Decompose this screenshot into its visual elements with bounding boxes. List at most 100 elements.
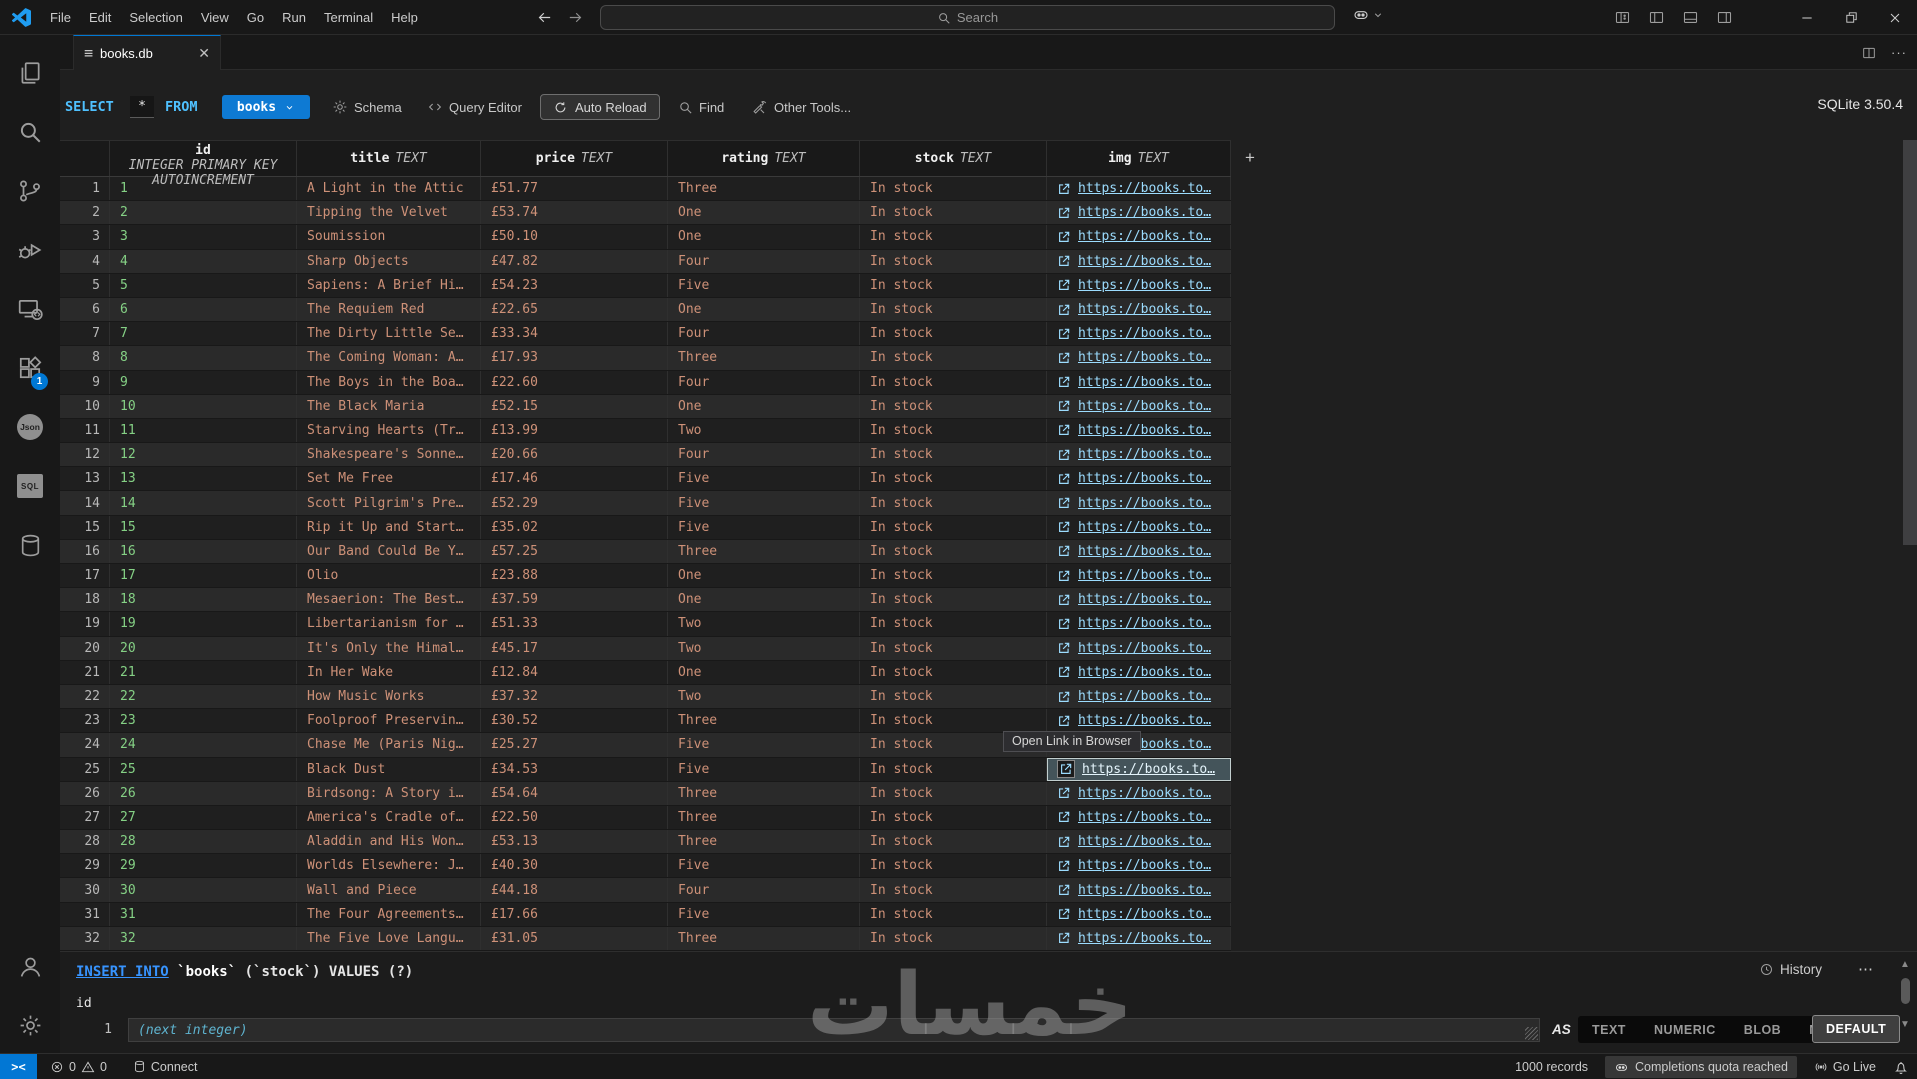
row-number-cell[interactable]: 18 — [60, 588, 110, 612]
cell-stock[interactable]: In stock — [860, 539, 1047, 563]
row-number-cell[interactable]: 17 — [60, 564, 110, 588]
cell-img[interactable]: https://books.to… — [1047, 926, 1231, 950]
cell-id[interactable]: 22 — [110, 684, 297, 709]
cell-rating[interactable]: Four — [668, 370, 860, 394]
cell-id[interactable]: 11 — [110, 418, 297, 443]
external-link-icon[interactable] — [1057, 278, 1071, 292]
cell-stock[interactable]: In stock — [860, 443, 1047, 467]
toggle-primary-sidebar-icon[interactable] — [1643, 0, 1669, 35]
img-url-link[interactable]: https://books.to… — [1078, 254, 1211, 269]
cell-title[interactable]: Scott Pilgrim's Pre… — [297, 491, 481, 515]
external-link-icon[interactable] — [1057, 641, 1071, 655]
cell-img[interactable]: https://books.to… — [1047, 443, 1231, 467]
external-link-icon[interactable] — [1057, 714, 1071, 728]
cell-price[interactable]: £37.59 — [481, 588, 668, 612]
cell-price[interactable]: £31.05 — [481, 926, 668, 950]
cell-title[interactable]: Starving Hearts (Tr… — [297, 418, 481, 443]
cell-price[interactable]: £33.34 — [481, 322, 668, 346]
cell-id[interactable]: 10 — [110, 394, 297, 418]
cell-id[interactable]: 14 — [110, 491, 297, 515]
cell-stock[interactable]: In stock — [860, 854, 1047, 878]
cell-stock[interactable]: In stock — [860, 830, 1047, 854]
select-keyword[interactable]: SELECT — [65, 99, 114, 115]
cell-id[interactable]: 7 — [110, 322, 297, 346]
cell-img[interactable]: https://books.to… — [1047, 491, 1231, 515]
cell-img[interactable]: https://books.to… — [1047, 709, 1231, 733]
cell-stock[interactable]: In stock — [860, 418, 1047, 443]
remote-indicator[interactable]: >< — [0, 1053, 37, 1079]
img-url-link[interactable]: https://books.to… — [1078, 592, 1211, 607]
external-link-icon[interactable] — [1057, 810, 1071, 824]
cell-price[interactable]: £35.02 — [481, 515, 668, 539]
cell-id[interactable]: 19 — [110, 612, 297, 636]
row-number-cell[interactable]: 7 — [60, 322, 110, 346]
cell-title[interactable]: Aladdin and His Won… — [297, 830, 481, 854]
editor-scrollbar-thumb[interactable] — [1903, 140, 1917, 545]
minimize-button[interactable] — [1785, 0, 1829, 35]
external-link-icon[interactable] — [1057, 448, 1071, 462]
cell-price[interactable]: £37.32 — [481, 684, 668, 709]
row-number-cell[interactable]: 15 — [60, 515, 110, 539]
cell-price[interactable]: £50.10 — [481, 225, 668, 249]
cell-img[interactable]: https://books.to… — [1047, 467, 1231, 491]
row-number-cell[interactable]: 2 — [60, 201, 110, 225]
auto-reload-button[interactable]: Auto Reload — [540, 94, 660, 120]
img-url-link[interactable]: https://books.to… — [1078, 205, 1211, 220]
img-url-link[interactable]: https://books.to… — [1078, 786, 1211, 801]
cell-title[interactable]: Wall and Piece — [297, 878, 481, 902]
cell-id[interactable]: 26 — [110, 781, 297, 805]
run-debug-icon[interactable] — [0, 226, 60, 274]
external-link-icon[interactable] — [1057, 254, 1071, 268]
copilot-quota-status[interactable]: Completions quota reached — [1605, 1056, 1797, 1078]
cell-rating[interactable]: Four — [668, 322, 860, 346]
row-number-cell[interactable]: 20 — [60, 636, 110, 660]
img-url-link[interactable]: https://books.to… — [1078, 713, 1211, 728]
cell-title[interactable]: The Dirty Little Se… — [297, 322, 481, 346]
row-number-cell[interactable]: 6 — [60, 297, 110, 322]
restore-button[interactable] — [1829, 0, 1873, 35]
external-link-icon[interactable] — [1057, 786, 1071, 800]
explorer-icon[interactable] — [0, 49, 60, 97]
external-link-icon[interactable] — [1057, 520, 1071, 534]
insert-keyword[interactable]: INSERT INTO — [76, 964, 169, 980]
cell-img[interactable]: https://books.to… — [1047, 515, 1231, 539]
img-url-link[interactable]: https://books.to… — [1078, 568, 1211, 583]
menu-item-go[interactable]: Go — [238, 10, 273, 25]
external-link-icon[interactable] — [1057, 569, 1071, 583]
cell-title[interactable]: Sharp Objects — [297, 249, 481, 273]
cell-stock[interactable]: In stock — [860, 588, 1047, 612]
nav-forward-icon[interactable] — [567, 9, 584, 26]
cell-rating[interactable]: Three — [668, 177, 860, 201]
img-url-link[interactable]: https://books.to… — [1078, 375, 1211, 390]
menu-item-terminal[interactable]: Terminal — [315, 10, 382, 25]
query-editor-button[interactable]: Query Editor — [427, 94, 522, 120]
id-value-input[interactable]: (next integer) — [128, 1018, 1540, 1042]
external-link-icon[interactable] — [1057, 351, 1071, 365]
cell-rating[interactable]: One — [668, 297, 860, 322]
external-link-icon[interactable] — [1057, 931, 1071, 945]
cell-stock[interactable]: In stock — [860, 467, 1047, 491]
tab-books-db[interactable]: ≡ books.db ✕ — [73, 35, 221, 70]
img-url-link[interactable]: https://books.to… — [1078, 326, 1211, 341]
type-option-default[interactable]: DEFAULT — [1812, 1015, 1901, 1043]
cell-price[interactable]: £25.27 — [481, 733, 668, 757]
cell-title[interactable]: In Her Wake — [297, 660, 481, 684]
type-option-blob[interactable]: BLOB — [1730, 1023, 1795, 1037]
row-number-cell[interactable]: 27 — [60, 805, 110, 830]
cell-img[interactable]: https://books.to… — [1047, 539, 1231, 563]
img-url-link[interactable]: https://books.to… — [1078, 689, 1211, 704]
menu-item-edit[interactable]: Edit — [80, 10, 120, 25]
external-link-icon[interactable] — [1057, 182, 1071, 196]
row-number-cell[interactable]: 3 — [60, 225, 110, 249]
cell-title[interactable]: A Light in the Attic — [297, 177, 481, 201]
cell-price[interactable]: £22.60 — [481, 370, 668, 394]
cell-stock[interactable]: In stock — [860, 225, 1047, 249]
connect-button[interactable]: Connect — [126, 1054, 205, 1079]
copilot-icon[interactable] — [1352, 6, 1370, 24]
settings-gear-icon[interactable] — [0, 1001, 60, 1049]
cell-title[interactable]: The Coming Woman: A… — [297, 346, 481, 370]
schema-button[interactable]: Schema — [332, 94, 402, 120]
cell-id[interactable]: 21 — [110, 660, 297, 684]
panel-scrollbar-thumb[interactable] — [1900, 978, 1910, 1004]
cell-img[interactable]: https://books.to… — [1047, 273, 1231, 297]
